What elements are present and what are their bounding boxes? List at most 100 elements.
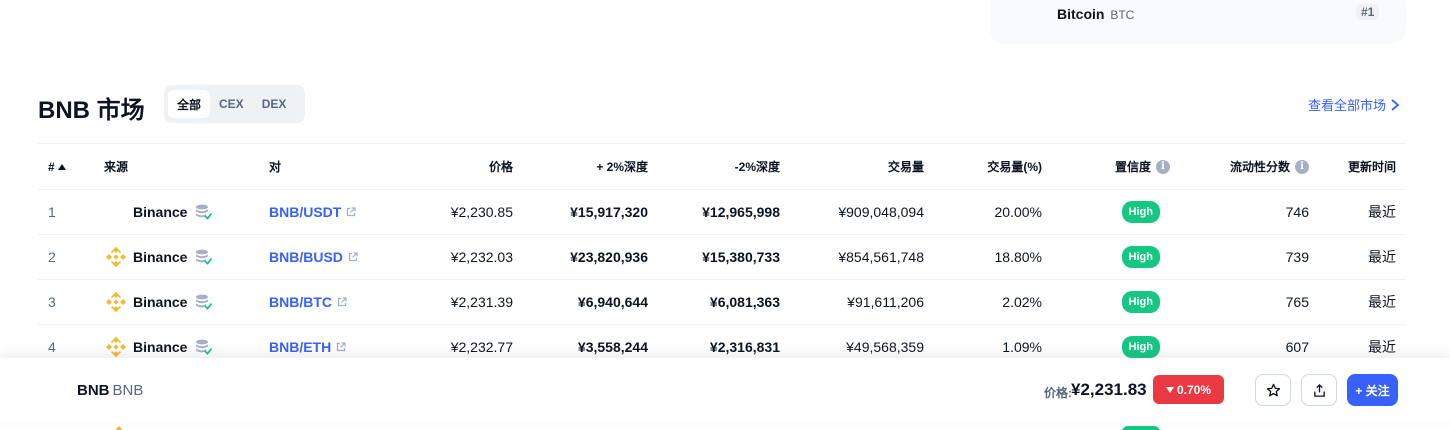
header-num-label: # bbox=[48, 159, 55, 174]
top-coin-rank: #1 bbox=[1356, 4, 1380, 20]
header-volume[interactable]: 交易量 bbox=[888, 144, 924, 189]
row-num: 2 bbox=[48, 249, 56, 265]
price-change-badge: 0.70% bbox=[1153, 375, 1224, 404]
table-row: 2 Binance BNB/BUSD ¥2,232.03 ¥23,820,936… bbox=[38, 235, 1406, 280]
header-depth-plus[interactable]: + 2%深度 bbox=[596, 144, 648, 189]
verified-stack-icon bbox=[196, 339, 213, 355]
caret-up-icon bbox=[57, 163, 66, 170]
share-button[interactable] bbox=[1301, 374, 1337, 406]
row-updated: 最近 bbox=[1368, 204, 1396, 220]
external-link-icon bbox=[337, 342, 346, 352]
markets-title: BNB 市场 bbox=[38, 97, 145, 124]
share-icon bbox=[1313, 383, 1325, 397]
verified-stack-icon bbox=[196, 249, 213, 265]
row-volume: ¥854,561,748 bbox=[838, 249, 924, 265]
row-price: ¥2,230.85 bbox=[450, 204, 513, 220]
pair-label: BNB/BUSD bbox=[269, 249, 343, 265]
row-volume: ¥909,048,094 bbox=[838, 204, 924, 220]
row-price: ¥2,232.03 bbox=[450, 249, 513, 265]
header-liquidity-label: 流动性分数 bbox=[1229, 160, 1290, 174]
row-depth-minus: ¥6,081,363 bbox=[709, 294, 780, 310]
row-depth-plus: ¥15,917,320 bbox=[570, 204, 648, 220]
table-row: 3 Binance BNB/BTC ¥2,231.39 ¥6,940,644 ¥… bbox=[38, 280, 1406, 325]
confidence-badge: High bbox=[1121, 201, 1160, 223]
row-pair-link[interactable]: BNB/USDT bbox=[269, 190, 356, 234]
chevron-right-icon bbox=[1391, 98, 1400, 111]
top-coin-name: Bitcoin BTC bbox=[1057, 6, 1135, 22]
verified-stack-icon bbox=[196, 294, 213, 310]
row-depth-minus: ¥15,380,733 bbox=[702, 249, 780, 265]
header-num[interactable]: # bbox=[48, 144, 66, 189]
pair-label: BNB/ETH bbox=[269, 339, 332, 355]
row-liquidity: 746 bbox=[1285, 204, 1309, 220]
row-volume: ¥91,611,206 bbox=[847, 294, 924, 310]
sticky-coin-bar: BNB BNB 价格: ¥2,231.83 0.70% + 关注 bbox=[0, 358, 1450, 422]
header-confidence[interactable]: 置信度 i bbox=[1115, 144, 1170, 189]
table-row: 1 Binance BNB/USDT ¥2,230.85 ¥15,917,320… bbox=[38, 190, 1406, 235]
row-price: ¥2,231.39 bbox=[450, 294, 513, 310]
filter-dex[interactable]: DEX bbox=[253, 90, 296, 118]
row-liquidity: 765 bbox=[1285, 294, 1309, 310]
row-updated: 最近 bbox=[1368, 249, 1396, 265]
verified-stack-icon bbox=[196, 204, 213, 220]
exchange-name: Binance bbox=[133, 249, 188, 265]
exchange-name: Binance bbox=[133, 294, 188, 310]
header-source[interactable]: 来源 bbox=[104, 144, 128, 189]
header-depth-minus[interactable]: -2%深度 bbox=[735, 144, 780, 189]
row-confidence: High bbox=[1121, 190, 1160, 234]
row-num: 1 bbox=[48, 204, 56, 220]
row-volume-pct: 2.02% bbox=[1002, 294, 1042, 310]
header-confidence-label: 置信度 bbox=[1114, 160, 1151, 174]
star-icon bbox=[1266, 383, 1280, 396]
row-liquidity: 739 bbox=[1285, 249, 1309, 265]
header-updated[interactable]: 更新时间 bbox=[1348, 144, 1396, 189]
row-pair-link[interactable]: BNB/BUSD bbox=[269, 235, 358, 279]
market-type-filter: 全部 CEX DEX bbox=[164, 85, 305, 123]
pair-label: BNB/BTC bbox=[269, 294, 332, 310]
pair-label: BNB/USDT bbox=[269, 204, 342, 220]
row-volume-pct: 18.80% bbox=[994, 249, 1042, 265]
row-source[interactable]: Binance bbox=[104, 190, 213, 234]
price-change-value: 0.70% bbox=[1176, 382, 1212, 397]
row-source[interactable]: Binance bbox=[104, 280, 213, 324]
filter-cex[interactable]: CEX bbox=[210, 90, 253, 118]
row-num: 3 bbox=[48, 294, 56, 310]
row-confidence: High bbox=[1121, 280, 1160, 324]
header-pair[interactable]: 对 bbox=[269, 144, 281, 189]
header-price[interactable]: 价格 bbox=[489, 144, 513, 189]
exchange-logo-placeholder bbox=[104, 200, 128, 224]
confidence-badge-peek bbox=[1122, 426, 1160, 430]
bar-price: ¥2,231.83 bbox=[1071, 380, 1147, 399]
bnb-logo-icon bbox=[106, 336, 126, 358]
confidence-badge: High bbox=[1121, 291, 1160, 313]
watchlist-star-button[interactable] bbox=[1255, 374, 1291, 406]
row-confidence: High bbox=[1121, 235, 1160, 279]
header-volume-pct[interactable]: 交易量(%) bbox=[987, 144, 1042, 189]
table-header: # 来源 对 价格 + 2%深度 -2%深度 交易量 交易量(%) 置信度 i … bbox=[38, 143, 1406, 190]
filter-all[interactable]: 全部 bbox=[168, 90, 211, 118]
bnb-logo-icon bbox=[116, 426, 122, 430]
bar-coin-name: BNB BNB bbox=[77, 382, 144, 399]
info-icon[interactable]: i bbox=[1156, 159, 1170, 174]
caret-down-icon bbox=[1165, 386, 1174, 393]
exchange-name: Binance bbox=[133, 339, 188, 355]
row-volume-pct: 20.00% bbox=[994, 204, 1042, 220]
top-coin-symbol: BTC bbox=[1110, 8, 1135, 22]
confidence-badge: High bbox=[1121, 246, 1160, 268]
row-depth-minus: ¥12,965,998 bbox=[702, 204, 780, 220]
external-link-icon bbox=[337, 297, 347, 307]
row-source[interactable]: Binance bbox=[104, 235, 213, 279]
info-icon[interactable]: i bbox=[1295, 159, 1309, 174]
exchange-name: Binance bbox=[133, 204, 188, 220]
bnb-logo-icon bbox=[106, 291, 126, 313]
header-liquidity[interactable]: 流动性分数 i bbox=[1230, 144, 1309, 189]
confidence-badge: High bbox=[1121, 336, 1160, 358]
view-all-label: 查看全部市场 bbox=[1307, 98, 1386, 113]
view-all-markets-link[interactable]: 查看全部市场 bbox=[1308, 95, 1400, 114]
row-pair-link[interactable]: BNB/BTC bbox=[269, 280, 347, 324]
bar-price-label: 价格: bbox=[1044, 386, 1072, 400]
row-updated: 最近 bbox=[1368, 294, 1396, 310]
row-depth-plus: ¥6,940,644 bbox=[577, 294, 648, 310]
top-coin-card[interactable]: Bitcoin BTC #1 bbox=[990, 0, 1406, 44]
follow-button[interactable]: + 关注 bbox=[1347, 374, 1398, 406]
